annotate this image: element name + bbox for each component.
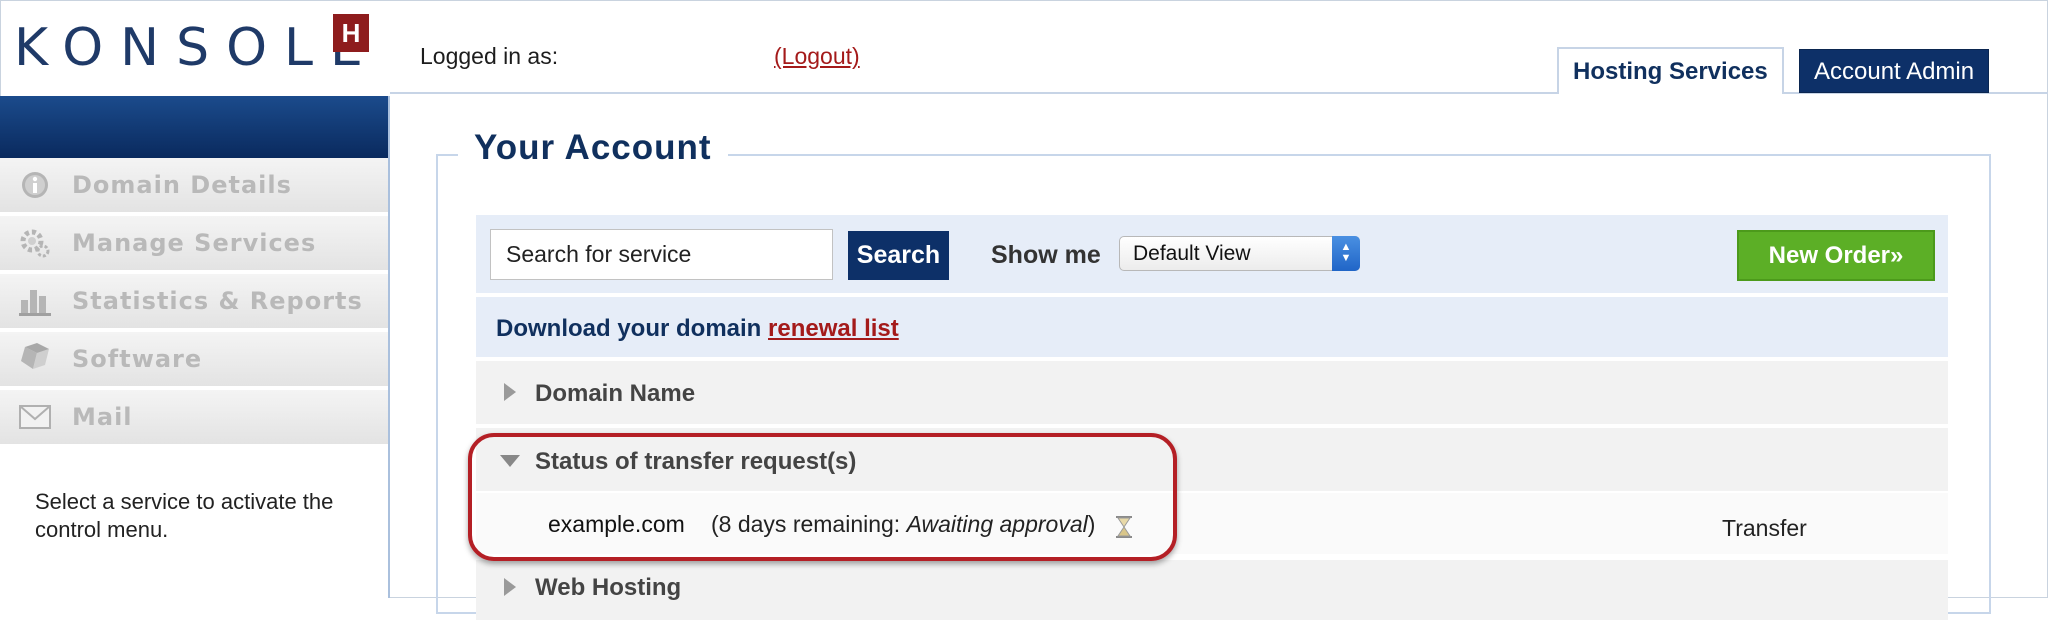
sidebar-item-domain-details[interactable]: Domain Details xyxy=(0,158,388,214)
sidebar-item-label: Domain Details xyxy=(72,171,292,199)
logout-link[interactable]: (Logout) xyxy=(774,43,860,70)
mail-icon xyxy=(18,400,52,434)
collapse-arrow-icon[interactable] xyxy=(500,455,520,467)
status-prefix: (8 days remaining: xyxy=(711,511,907,537)
info-icon xyxy=(18,168,52,202)
status-state: Awaiting approval xyxy=(906,511,1088,537)
transfer-status-text: (8 days remaining: Awaiting approval) xyxy=(711,511,1095,538)
sidebar-item-label: Software xyxy=(72,345,203,373)
hourglass-icon xyxy=(1116,516,1132,538)
logged-in-label: Logged in as: xyxy=(420,43,559,69)
tab-account-admin[interactable]: Account Admin xyxy=(1799,49,1990,93)
transfer-type-label: Transfer xyxy=(1722,515,1807,541)
select-arrows-icon: ▲ ▼ xyxy=(1332,236,1360,271)
expand-arrow-icon[interactable] xyxy=(504,383,516,401)
search-input[interactable] xyxy=(490,229,833,280)
sidebar-item-software[interactable]: Software xyxy=(0,332,388,388)
page-title: Your Account xyxy=(458,128,728,168)
tab-hosting-services[interactable]: Hosting Services xyxy=(1557,47,1784,94)
section-title-transfer-status[interactable]: Status of transfer request(s) xyxy=(535,448,856,476)
konsole-logo: KONSOLE xyxy=(14,18,380,78)
sidebar-item-label: Statistics & Reports xyxy=(72,287,363,315)
download-renewal-text: Download your domain renewal list xyxy=(496,315,899,343)
sidebar-item-label: Mail xyxy=(72,403,133,431)
sidebar-item-mail[interactable]: Mail xyxy=(0,390,388,446)
new-order-button[interactable]: New Order» xyxy=(1737,230,1935,281)
sidebar-hint: Select a service to activate the control… xyxy=(35,489,334,542)
section-title-domain-name[interactable]: Domain Name xyxy=(535,380,695,408)
status-suffix: ) xyxy=(1087,511,1096,537)
section-domain-name xyxy=(476,361,1948,424)
sidebar-item-manage-services[interactable]: Manage Services xyxy=(0,216,388,272)
gear-icon xyxy=(18,226,52,260)
sidebar: Domain Details Manage Services Statistic… xyxy=(0,96,390,598)
view-select[interactable]: Default View ▲ ▼ xyxy=(1119,236,1360,271)
sidebar-item-statistics-reports[interactable]: Statistics & Reports xyxy=(0,274,388,330)
software-icon xyxy=(18,342,52,376)
download-label: Download your domain xyxy=(496,315,769,342)
bar-chart-icon xyxy=(18,284,52,318)
search-button[interactable]: Search xyxy=(848,231,949,280)
expand-arrow-icon[interactable] xyxy=(504,578,516,596)
logo-badge: H xyxy=(333,14,369,52)
sidebar-item-label: Manage Services xyxy=(72,229,317,257)
sidebar-header-bar xyxy=(0,96,388,158)
transfer-domain-name: example.com xyxy=(548,511,685,537)
renewal-list-link[interactable]: renewal list xyxy=(768,315,899,342)
view-select-value: Default View xyxy=(1133,242,1251,265)
show-me-label: Show me xyxy=(991,241,1101,269)
section-web-hosting xyxy=(476,560,1948,620)
